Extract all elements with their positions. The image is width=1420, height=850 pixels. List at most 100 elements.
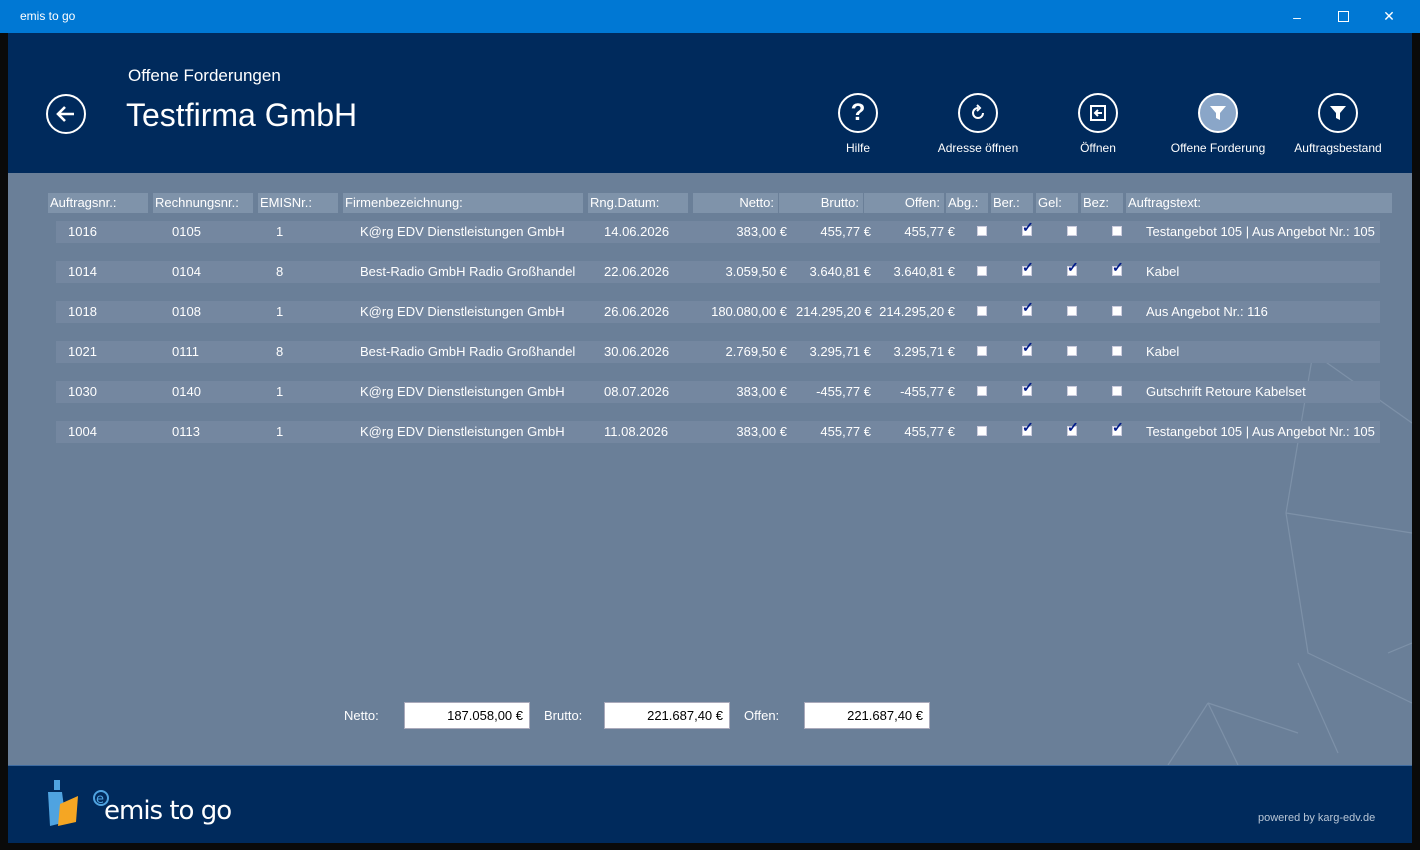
- checkbox-gel[interactable]: [1067, 226, 1077, 236]
- open-claims-button[interactable]: Offene Forderung: [1158, 93, 1278, 155]
- window-title: emis to go: [20, 9, 76, 23]
- checkbox-abg[interactable]: [977, 426, 987, 436]
- total-brutto-label: Brutto:: [544, 708, 583, 723]
- checkbox-bez[interactable]: ✓: [1112, 260, 1124, 276]
- maximize-button[interactable]: [1320, 0, 1366, 33]
- cell-auftragsnr: 1018: [68, 304, 97, 319]
- cell-text: Aus Angebot Nr.: 116: [1146, 304, 1268, 319]
- content-area: Auftragsnr.: Rechnungsnr.: EMISNr.: Firm…: [8, 173, 1412, 765]
- powered-by[interactable]: powered by karg-edv.de: [1258, 812, 1375, 824]
- cell-offen: 3.640,81 €: [893, 264, 955, 279]
- checkbox-abg[interactable]: [977, 386, 987, 396]
- cell-text: Gutschrift Retoure Kabelset: [1146, 384, 1306, 399]
- window-titlebar: emis to go – ✕: [0, 0, 1420, 33]
- cell-firma: K@rg EDV Dienstleistungen GmbH: [360, 384, 565, 399]
- checkbox-ber[interactable]: ✓: [1022, 220, 1034, 236]
- col-header-brutto: Brutto:: [779, 193, 863, 213]
- checkbox-bez[interactable]: [1112, 306, 1122, 316]
- checkbox-bez[interactable]: ✓: [1112, 420, 1124, 436]
- help-button[interactable]: ? Hilfe: [798, 93, 918, 155]
- checkbox-gel[interactable]: [1067, 306, 1077, 316]
- open-label: Öffnen: [1080, 141, 1116, 155]
- checkbox-bez[interactable]: [1112, 386, 1122, 396]
- col-header-abg: Abg.:: [946, 193, 988, 213]
- cell-brutto: 3.640,81 €: [809, 264, 871, 279]
- filter-icon: [1330, 106, 1346, 120]
- checkbox-gel[interactable]: ✓: [1067, 420, 1079, 436]
- help-icon: ?: [850, 99, 866, 126]
- cell-netto: 3.059,50 €: [725, 264, 787, 279]
- open-icon: [1090, 105, 1106, 121]
- col-header-text: Auftragstext:: [1126, 193, 1392, 213]
- checkbox-ber[interactable]: ✓: [1022, 340, 1034, 356]
- checkmark-icon: ✓: [1067, 419, 1079, 435]
- col-header-gel: Gel:: [1036, 193, 1078, 213]
- checkmark-icon: ✓: [1022, 339, 1034, 355]
- open-address-label: Adresse öffnen: [937, 141, 1019, 155]
- cell-firma: Best-Radio GmbH Radio Großhandel: [360, 264, 576, 279]
- table-row[interactable]: 1014 0104 8 Best-Radio GmbH Radio Großhande…: [56, 260, 1380, 283]
- col-header-datum: Rng.Datum:: [588, 193, 688, 213]
- cell-auftragsnr: 1004: [68, 424, 97, 439]
- table-row[interactable]: 1018 0108 1 K@rg EDV Dienstleistungen GmbH 2…: [56, 300, 1380, 323]
- checkbox-bez[interactable]: [1112, 226, 1122, 236]
- checkmark-icon: ✓: [1022, 299, 1034, 315]
- order-stock-button[interactable]: Auftragsbestand: [1278, 93, 1398, 155]
- open-claims-label: Offene Forderung: [1170, 141, 1266, 155]
- checkbox-abg[interactable]: [977, 226, 987, 236]
- table-row[interactable]: 1030 0140 1 K@rg EDV Dienstleistungen GmbH 0…: [56, 380, 1380, 403]
- checkbox-abg[interactable]: [977, 306, 987, 316]
- total-netto-label: Netto:: [344, 708, 379, 723]
- table-row[interactable]: 1021 0111 8 Best-Radio GmbH Radio Großhande…: [56, 340, 1380, 363]
- cell-offen: -455,77 €: [900, 384, 955, 399]
- cell-firma: K@rg EDV Dienstleistungen GmbH: [360, 304, 565, 319]
- checkmark-icon: ✓: [1067, 259, 1079, 275]
- cell-rechnungsnr: 0108: [172, 304, 201, 319]
- logo-text: emis to go: [104, 796, 232, 826]
- cell-firma: Best-Radio GmbH Radio Großhandel: [360, 344, 576, 359]
- checkmark-icon: ✓: [1022, 219, 1034, 235]
- total-offen-label: Offen:: [744, 708, 780, 723]
- svg-text:e: e: [96, 792, 104, 807]
- cell-auftragsnr: 1030: [68, 384, 97, 399]
- checkmark-icon: ✓: [1022, 379, 1034, 395]
- table-row[interactable]: 1016 0105 1 K@rg EDV Dienstleistungen GmbH 1…: [56, 220, 1380, 243]
- cell-emisnr: 1: [276, 424, 284, 439]
- total-brutto-field[interactable]: 221.687,40 €: [604, 702, 730, 729]
- checkbox-bez[interactable]: [1112, 346, 1122, 356]
- total-netto-field[interactable]: 187.058,00 €: [404, 702, 530, 729]
- checkbox-abg[interactable]: [977, 266, 987, 276]
- cell-rechnungsnr: 0105: [172, 224, 201, 239]
- col-header-offen: Offen:: [864, 193, 944, 213]
- checkbox-ber[interactable]: ✓: [1022, 380, 1034, 396]
- cell-brutto: 3.295,71 €: [809, 344, 871, 359]
- minimize-button[interactable]: –: [1274, 0, 1320, 33]
- refresh-icon: [972, 104, 984, 119]
- col-header-firma: Firmenbezeichnung:: [343, 193, 583, 213]
- checkbox-gel[interactable]: [1067, 386, 1077, 396]
- cell-rechnungsnr: 0104: [172, 264, 201, 279]
- page-title: Testfirma GmbH: [126, 97, 358, 133]
- cell-text: Kabel: [1146, 344, 1180, 359]
- maximize-icon: [1337, 11, 1349, 22]
- cell-rechnungsnr: 0113: [172, 424, 200, 439]
- open-address-button[interactable]: Adresse öffnen: [918, 93, 1038, 155]
- cell-brutto: 455,77 €: [820, 224, 871, 239]
- open-button[interactable]: Öffnen: [1038, 93, 1158, 155]
- total-offen-field[interactable]: 221.687,40 €: [804, 702, 930, 729]
- col-header-netto: Netto:: [693, 193, 778, 213]
- checkbox-ber[interactable]: ✓: [1022, 420, 1034, 436]
- cell-offen: 455,77 €: [904, 424, 955, 439]
- col-header-rechnungsnr: Rechnungsnr.:: [153, 193, 253, 213]
- checkbox-abg[interactable]: [977, 346, 987, 356]
- table-row[interactable]: 1004 0113 1 K@rg EDV Dienstleistungen GmbH 1…: [56, 420, 1380, 443]
- col-header-auftragsnr: Auftragsnr.:: [48, 193, 148, 213]
- cell-text: Kabel: [1146, 264, 1180, 279]
- checkbox-ber[interactable]: ✓: [1022, 260, 1034, 276]
- order-stock-label: Auftragsbestand: [1294, 141, 1382, 155]
- checkbox-gel[interactable]: ✓: [1067, 260, 1079, 276]
- checkbox-gel[interactable]: [1067, 346, 1077, 356]
- close-button[interactable]: ✕: [1366, 0, 1412, 33]
- back-button[interactable]: [46, 94, 86, 134]
- checkbox-ber[interactable]: ✓: [1022, 300, 1034, 316]
